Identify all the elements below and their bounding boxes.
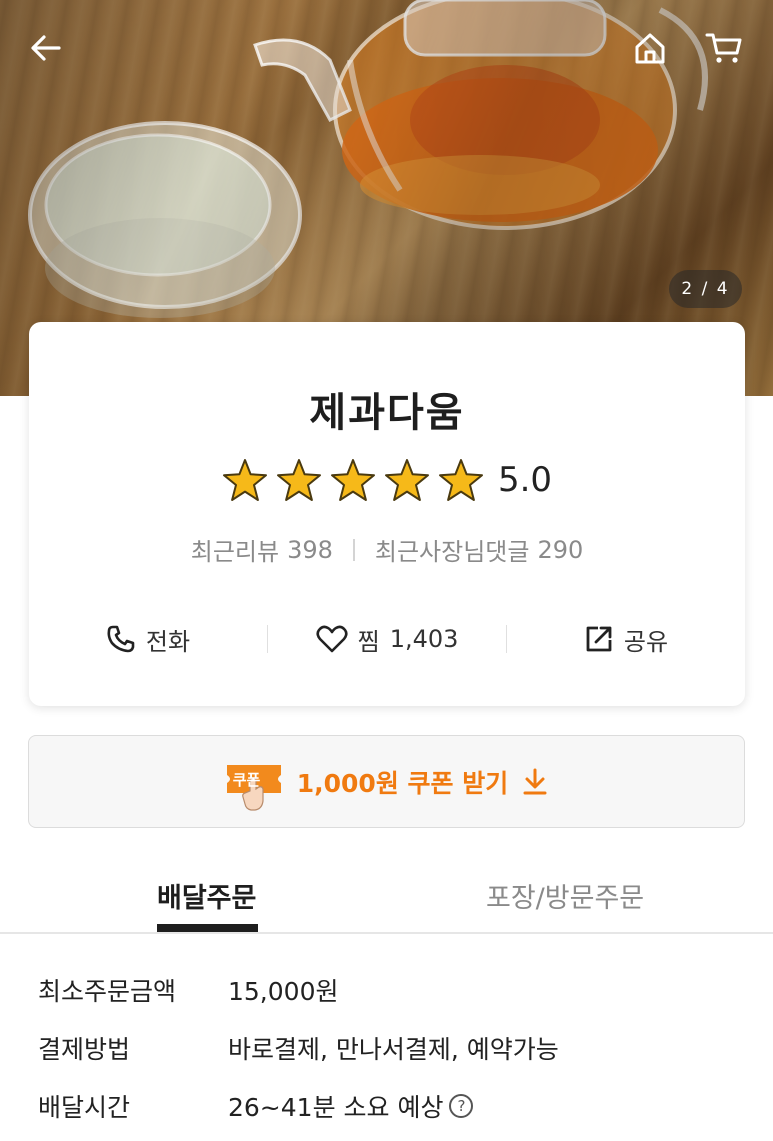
owner-replies-label: 최근사장님댓글	[374, 538, 530, 566]
help-icon[interactable]: ?	[449, 1094, 474, 1118]
owner-replies-count: 290	[537, 535, 584, 564]
coupon-text: 1,000원 쿠폰 받기	[296, 768, 509, 798]
min-order-value: 15,000원	[228, 977, 339, 1006]
delivery-time-label: 배달시간	[38, 1093, 131, 1122]
review-summary[interactable]: 최근리뷰 398 최근사장님댓글 290	[29, 532, 745, 567]
like-count: 1,403	[389, 625, 459, 653]
call-button[interactable]: 전화	[29, 622, 267, 657]
rating-value: 5.0	[497, 460, 553, 500]
payment-value: 바로결제, 만나서결제, 예약가능	[228, 1035, 559, 1064]
star-icon	[222, 459, 267, 501]
payment-label: 결제방법	[38, 1035, 131, 1064]
back-button[interactable]	[24, 26, 68, 70]
home-icon	[635, 33, 665, 64]
star-icon	[276, 459, 321, 501]
arrow-left-icon	[31, 35, 61, 61]
star-icon	[330, 459, 375, 501]
share-button[interactable]: 공유	[507, 622, 745, 657]
delivery-time-row: 배달시간 26~41분 소요 예상 ?	[38, 1088, 474, 1124]
tab-delivery[interactable]: 배달주문	[157, 876, 256, 915]
recent-reviews-label: 최근리뷰	[190, 538, 280, 566]
star-icon	[384, 459, 429, 501]
phone-icon	[107, 625, 135, 653]
divider	[352, 538, 355, 561]
payment-row: 결제방법 바로결제, 만나서결제, 예약가능	[38, 1030, 559, 1066]
cart-icon	[705, 33, 742, 63]
star-icon	[438, 459, 483, 501]
share-icon	[586, 626, 612, 652]
gallery-pager: 2 / 4	[669, 270, 742, 308]
heart-icon	[316, 625, 348, 653]
coupon-badge-label: 쿠폰	[232, 770, 261, 789]
store-info-card: 제과다움 5.0 최근리뷰 398 최근사장님댓글 290 전화 찜 1,403…	[29, 322, 745, 706]
rating-row[interactable]: 5.0	[29, 458, 745, 502]
call-label: 전화	[145, 627, 191, 656]
star-rating	[222, 458, 484, 502]
tab-pickup[interactable]: 포장/방문주문	[486, 876, 644, 915]
share-label: 공유	[623, 627, 669, 656]
action-bar: 전화 찜 1,403 공유	[29, 614, 745, 664]
coupon-badge-icon: 쿠폰	[225, 761, 283, 811]
coupon-download-button[interactable]: 쿠폰 1,000원 쿠폰 받기	[28, 735, 745, 828]
like-label: 찜	[357, 627, 380, 656]
cart-button[interactable]	[702, 26, 746, 70]
active-tab-indicator	[157, 924, 258, 932]
min-order-label: 최소주문금액	[38, 977, 177, 1006]
home-button[interactable]	[628, 26, 672, 70]
min-order-row: 최소주문금액 15,000원	[38, 972, 338, 1008]
delivery-time-value-wrap: 26~41분 소요 예상 ?	[228, 1088, 474, 1124]
store-name: 제과다움	[309, 390, 465, 436]
recent-reviews-count: 398	[287, 535, 333, 564]
order-type-tabs: 배달주문 포장/방문주문	[0, 858, 773, 934]
like-button[interactable]: 찜 1,403	[268, 622, 506, 657]
delivery-time-value: 26~41분 소요 예상	[228, 1093, 444, 1122]
download-icon	[523, 768, 547, 794]
